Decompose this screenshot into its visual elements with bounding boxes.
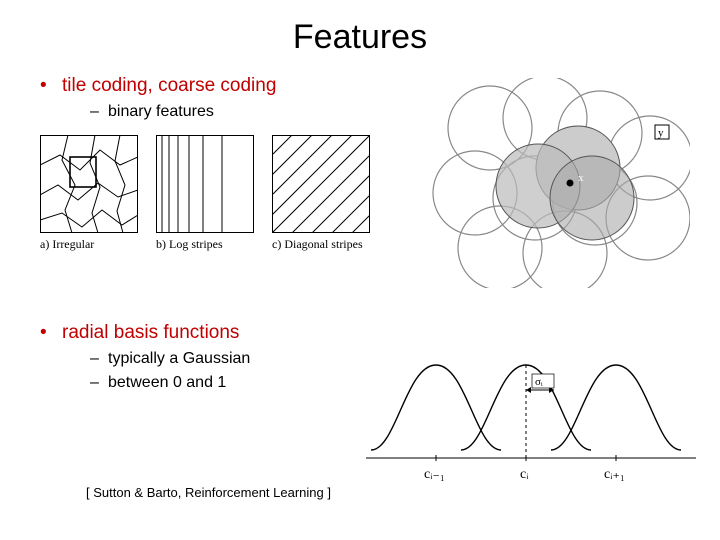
coarse-coding-circles-figure: x y: [430, 78, 690, 293]
page-title: Features: [0, 0, 720, 57]
panel-irregular: a) Irregular: [40, 135, 138, 252]
tick-mid: cᵢ: [520, 467, 529, 482]
gaussian-rbf-figure: σᵢ cᵢ₋₁ cᵢ cᵢ₊₁: [366, 340, 696, 495]
log-stripes-icon: [156, 135, 254, 233]
caption-log-stripes: b) Log stripes: [156, 237, 223, 252]
caption-diagonal-stripes: c) Diagonal stripes: [272, 237, 363, 252]
citation: [ Sutton & Barto, Reinforcement Learning…: [86, 485, 331, 500]
sigma-label: σᵢ: [535, 376, 543, 388]
panel-log-stripes: b) Log stripes: [156, 135, 254, 252]
tick-left: cᵢ₋₁: [424, 467, 445, 482]
panel-diagonal-stripes: c) Diagonal stripes: [272, 135, 370, 252]
x-label: x: [578, 172, 584, 184]
tick-right: cᵢ₊₁: [604, 467, 625, 482]
caption-irregular: a) Irregular: [40, 237, 94, 252]
diagonal-stripes-icon: [272, 135, 370, 233]
irregular-tiling-icon: [40, 135, 138, 233]
y-label: y: [658, 127, 664, 139]
